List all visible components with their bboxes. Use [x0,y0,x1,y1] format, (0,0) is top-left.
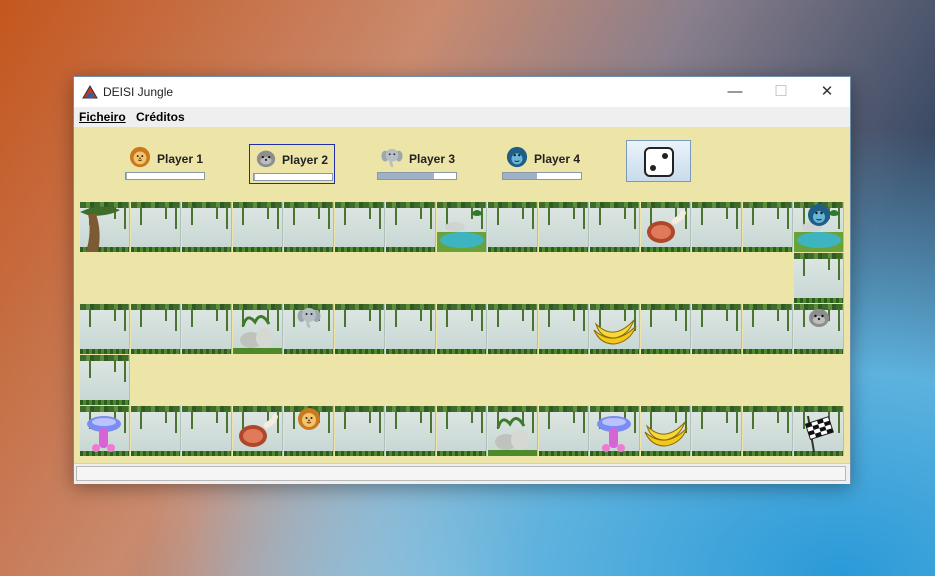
board-tile [794,253,844,303]
game-board [80,202,845,457]
board-tile [692,406,742,456]
player-card-4[interactable]: Player 4 [502,144,588,184]
player-card-1[interactable]: Player 1 [125,144,211,184]
seal-icon [255,147,277,169]
board-tile [233,202,283,252]
board-tile [590,304,640,354]
board-tile [386,304,436,354]
menu-creditos[interactable]: Créditos [136,110,185,124]
board-tile [233,304,283,354]
player-card-3[interactable]: Player 3 [377,144,463,184]
board-tile [80,406,130,456]
board-tile [335,202,385,252]
board-tile [794,406,844,456]
board-tile [692,202,742,252]
board-tile [488,406,538,456]
board-tile [131,304,181,354]
board-tile [386,202,436,252]
window-title: DEISI Jungle [103,85,174,99]
energy-bar [253,173,333,181]
pawn-elephant-icon [297,305,321,329]
board-tile [80,355,130,405]
status-bar [74,463,850,484]
pawn-lion-icon [297,407,321,431]
menu-ficheiro[interactable]: Ficheiro [79,110,126,124]
board-tile [437,202,487,252]
player-card-2[interactable]: Player 2 [249,144,335,184]
board-tile [437,304,487,354]
roll-dice-button[interactable] [626,140,691,182]
board-tile [335,304,385,354]
title-bar[interactable]: DEISI Jungle — ☐ ✕ [74,77,850,107]
board-tile [335,406,385,456]
lion-icon [129,146,151,168]
minimize-button[interactable]: — [712,77,758,107]
board-tile [641,304,691,354]
energy-fill [254,174,255,180]
board-tile [131,406,181,456]
energy-bar [502,172,582,180]
board-tile [488,304,538,354]
board-tile [182,304,232,354]
board-tile [641,202,691,252]
player-name: Player 1 [157,152,204,166]
player-name: Player 2 [282,153,329,167]
maximize-icon: ☐ [774,83,788,100]
board-tile [80,304,130,354]
maximize-button[interactable]: ☐ [758,77,804,107]
elephant-icon [381,146,403,168]
board-tile [692,304,742,354]
energy-bar [377,172,457,180]
board-tile [743,202,793,252]
game-window: DEISI Jungle — ☐ ✕ Ficheiro Créditos Pla… [73,76,851,484]
board-tile [284,202,334,252]
board-tile [182,406,232,456]
pawn-seal-icon [807,305,831,329]
close-icon: ✕ [820,83,834,100]
menu-bar: Ficheiro Créditos [74,107,850,127]
game-panel: Player 1 Player 2 Player 3 Player 4 [74,127,850,463]
close-button[interactable]: ✕ [804,77,850,107]
board-tile [131,202,181,252]
board-tile [80,202,130,252]
player-name: Player 4 [534,152,581,166]
board-tile [743,304,793,354]
pawn-monkey-icon [807,203,831,227]
board-tile [590,202,640,252]
board-tile [743,406,793,456]
dice-icon [644,147,674,177]
player-name: Player 3 [409,152,456,166]
energy-fill [503,173,538,179]
board-tile [590,406,640,456]
board-tile [488,202,538,252]
board-tile [539,406,589,456]
energy-fill [126,173,127,179]
board-tile [437,406,487,456]
board-tile [539,202,589,252]
board-tile [539,304,589,354]
status-field [76,466,846,481]
board-tile [386,406,436,456]
monkey-icon [506,146,528,168]
energy-bar [125,172,205,180]
board-tile [233,406,283,456]
board-tile [182,202,232,252]
minimize-icon: — [727,83,743,100]
energy-fill [378,173,435,179]
board-tile [641,406,691,456]
app-icon [82,84,98,100]
